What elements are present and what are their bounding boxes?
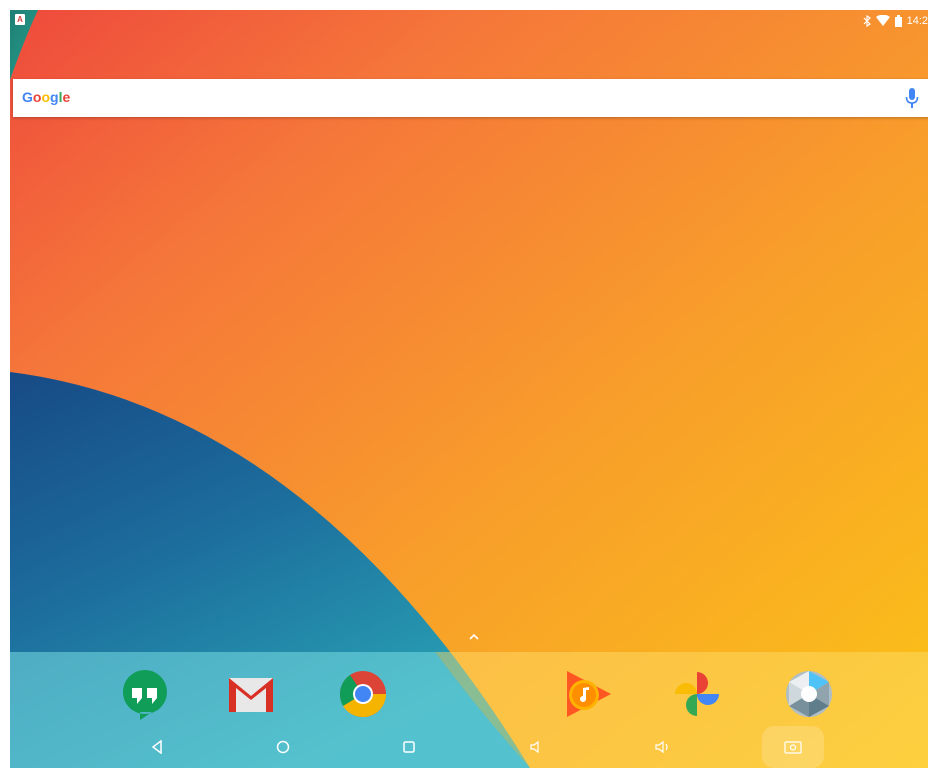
home-button[interactable] — [271, 735, 295, 759]
screenshot-icon — [784, 741, 802, 754]
photos-icon[interactable] — [672, 668, 722, 720]
microphone-icon[interactable] — [905, 88, 919, 108]
status-bar: A 14:2 — [10, 10, 928, 32]
play-music-icon[interactable] — [564, 668, 614, 720]
camera-icon[interactable] — [784, 668, 834, 720]
home-icon — [276, 740, 290, 754]
chrome-icon[interactable] — [338, 668, 388, 720]
battery-icon — [894, 15, 902, 27]
google-logo: Google — [22, 89, 71, 105]
hangouts-icon[interactable] — [120, 668, 170, 720]
notification-icon: A — [15, 14, 25, 25]
gmail-icon[interactable] — [226, 668, 276, 720]
google-search-bar[interactable]: Google — [13, 79, 928, 117]
chevron-up-icon[interactable] — [467, 632, 481, 642]
volume-down-icon — [530, 740, 539, 754]
volume-up-icon — [655, 740, 668, 754]
screenshot-button[interactable] — [781, 735, 805, 759]
status-icons: 14:2 — [863, 12, 928, 30]
volume-up-button[interactable] — [651, 735, 675, 759]
recents-button[interactable] — [397, 735, 421, 759]
back-icon — [151, 740, 162, 754]
wifi-icon — [875, 15, 890, 26]
home-screen: A 14:2 Google — [10, 10, 928, 768]
recents-icon — [403, 741, 415, 753]
volume-down-button[interactable] — [525, 735, 549, 759]
bluetooth-icon — [863, 15, 871, 27]
clock: 14:2 — [906, 15, 928, 27]
back-button[interactable] — [145, 735, 169, 759]
